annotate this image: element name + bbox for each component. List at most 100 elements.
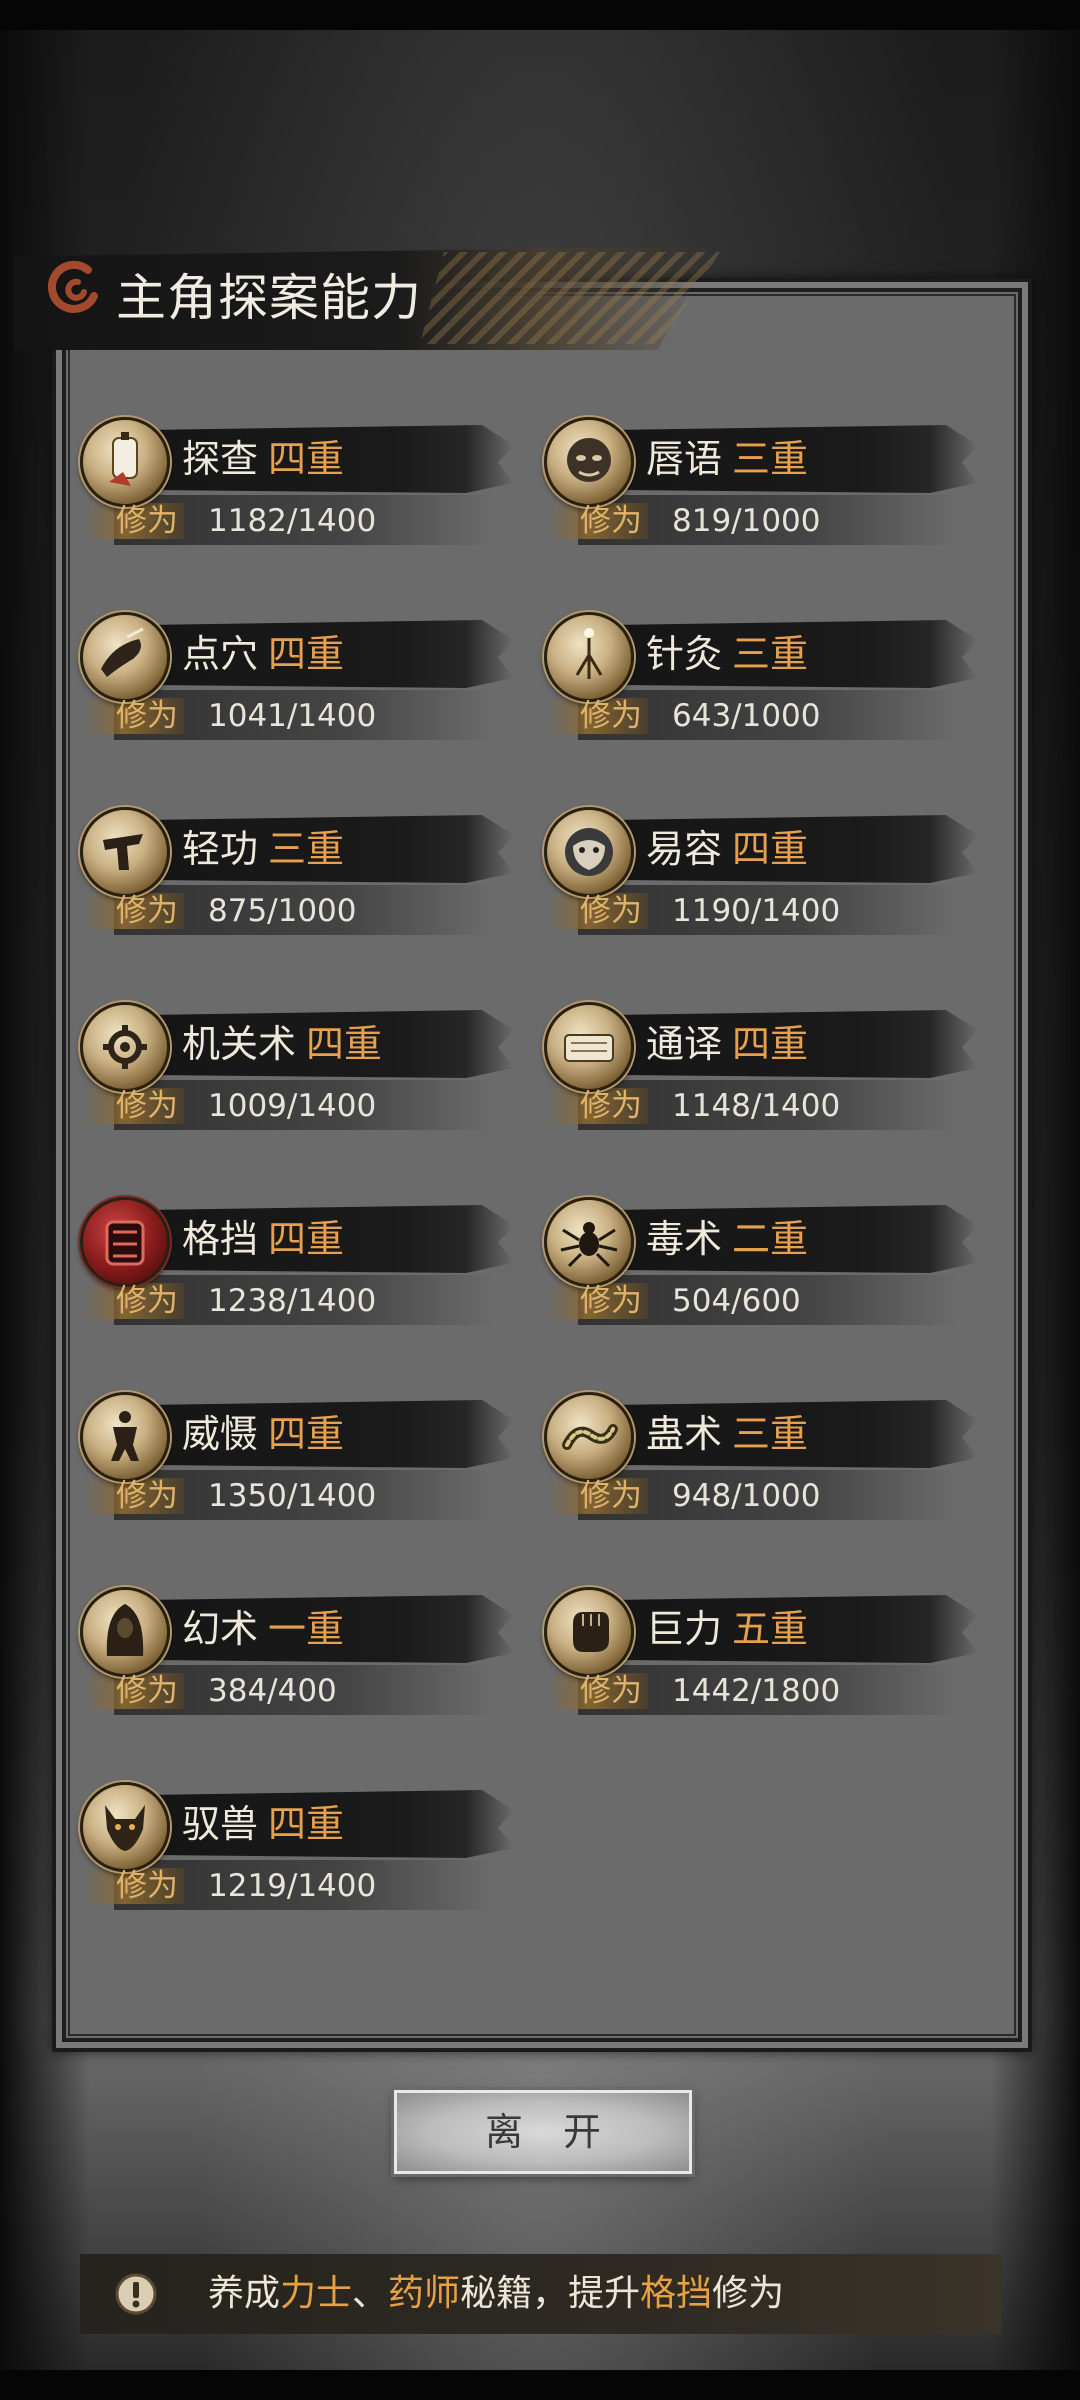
skill-progress: 504/600 [672,1283,801,1319]
skill-card[interactable]: 毒术 二重 修为 504/600 [518,1197,978,1337]
skill-card[interactable]: 易容 四重 修为 1190/1400 [518,807,978,947]
scroll-icon [544,1002,634,1092]
skill-name-text: 驭兽 [182,1802,259,1846]
hint-suffix: 修为 [712,2273,785,2314]
hooded-figure-icon [80,1587,170,1677]
xiuwei-label: 修为 [116,698,178,734]
skill-level: 四重 [268,1802,345,1846]
skill-name-text: 轻功 [182,827,259,871]
skill-card[interactable]: 机关术 四重 修为 1009/1400 [54,1002,514,1142]
warrior-stance-icon [80,1392,170,1482]
skill-level: 三重 [732,437,809,481]
skill-progress: 643/1000 [672,698,821,734]
hint-text: 养成力士、药师秘籍，提升格挡修为 [208,2254,784,2334]
xiuwei-label: 修为 [580,1673,642,1709]
skill-progress: 1350/1400 [208,1478,377,1514]
page-title: 主角探案能力 [116,269,422,327]
skill-progress: 875/1000 [208,893,357,929]
skill-name-text: 毒术 [646,1217,723,1261]
xiuwei-label: 修为 [580,1478,642,1514]
xiuwei-label: 修为 [116,1673,178,1709]
mask-face-icon [544,417,634,507]
skill-name: 威慑 四重 [182,1404,344,1464]
skill-card[interactable]: 针灸 三重修为 643/1000 [518,612,978,752]
hint-middle: 秘籍，提升 [460,2273,641,2314]
skill-progress: 1148/1400 [672,1088,841,1124]
xiuwei-label: 修为 [116,1283,178,1319]
disguise-mask-icon [544,807,634,897]
acupuncture-needle-icon [544,612,634,702]
skill-name-text: 点穴 [182,632,259,676]
skill-card[interactable]: 通译 四重修为 1148/1400 [518,1002,978,1142]
skill-card[interactable]: 蛊术 三重 修为 948/1000 [518,1392,978,1532]
skill-name-text: 唇语 [646,437,723,481]
skill-progress: 1190/1400 [672,893,841,929]
skill-name-text: 巨力 [646,1607,723,1651]
skill-name-text: 机关术 [182,1022,297,1066]
xiuwei-label: 修为 [580,698,642,734]
skill-card[interactable]: 点穴 四重修为 1041/1400 [54,612,514,752]
skill-name: 驭兽 四重 [182,1794,344,1854]
skill-name: 易容 四重 [646,819,808,879]
swirl-logo-icon [48,260,98,313]
xiuwei-label: 修为 [116,893,178,929]
skill-card[interactable]: 唇语 三重 修为 819/1000 [518,417,978,557]
wolf-head-icon [80,1782,170,1872]
xiuwei-label: 修为 [580,893,642,929]
skill-card[interactable]: 驭兽 四重 修为 1219/1400 [54,1782,514,1922]
leaping-figure-icon [80,807,170,897]
skill-name: 幻术 一重 [182,1599,344,1659]
skill-name: 蛊术 三重 [646,1404,808,1464]
skill-progress: 1009/1400 [208,1088,377,1124]
shield-icon [80,1197,170,1287]
lantern-icon [80,417,170,507]
xiuwei-label: 修为 [116,1088,178,1124]
skill-name: 巨力 五重 [646,1599,808,1659]
gear-icon [80,1002,170,1092]
skill-card[interactable]: 探查 四重 修为 1182/1400 [54,417,514,557]
skill-progress: 1041/1400 [208,698,377,734]
skill-level: 一重 [268,1607,345,1651]
hint-book-1: 力士 [280,2273,353,2314]
skill-name: 机关术 四重 [182,1014,382,1074]
leave-button[interactable]: 离开 [394,2090,692,2174]
skill-progress: 1238/1400 [208,1283,377,1319]
skill-level: 四重 [732,1022,809,1066]
hint-book-2: 药师 [388,2273,461,2314]
skill-level: 四重 [268,1412,345,1456]
skill-card[interactable]: 格挡 四重 修为 1238/1400 [54,1197,514,1337]
xiuwei-label: 修为 [580,1088,642,1124]
hint-separator: 、 [352,2273,389,2314]
skill-name-text: 蛊术 [646,1412,723,1456]
hint-bar: 养成力士、药师秘籍，提升格挡修为 [80,2254,1002,2334]
skill-progress: 1219/1400 [208,1868,377,1904]
skill-card[interactable]: 威慑 四重 修为 1350/1400 [54,1392,514,1532]
xiuwei-label: 修为 [116,1868,178,1904]
xiuwei-label: 修为 [116,503,178,539]
skill-level: 三重 [732,632,809,676]
hint-skill: 格挡 [640,2273,713,2314]
skill-name: 探查 四重 [182,429,344,489]
skill-level: 四重 [268,437,345,481]
skill-name: 格挡 四重 [182,1209,344,1269]
worm-icon [544,1392,634,1482]
fist-icon [544,1587,634,1677]
skill-name-text: 易容 [646,827,723,871]
skill-level: 三重 [732,1412,809,1456]
skill-card[interactable]: 轻功 三重 修为 875/1000 [54,807,514,947]
skill-progress: 1442/1800 [672,1673,841,1709]
skill-name: 轻功 三重 [182,819,344,879]
hint-prefix: 养成 [208,2273,281,2314]
skill-card[interactable]: 巨力 五重 修为 1442/1800 [518,1587,978,1727]
skill-progress: 1182/1400 [208,503,377,539]
xiuwei-label: 修为 [116,1478,178,1514]
skill-name-text: 探查 [182,437,259,481]
skill-name-text: 通译 [646,1022,723,1066]
skill-level: 四重 [268,632,345,676]
skill-name-text: 幻术 [182,1607,259,1651]
skill-level: 二重 [732,1217,809,1261]
skill-level: 五重 [732,1607,809,1651]
skill-name: 毒术 二重 [646,1209,808,1269]
skill-card[interactable]: 幻术 一重 修为 384/400 [54,1587,514,1727]
skill-name-text: 针灸 [646,632,723,676]
